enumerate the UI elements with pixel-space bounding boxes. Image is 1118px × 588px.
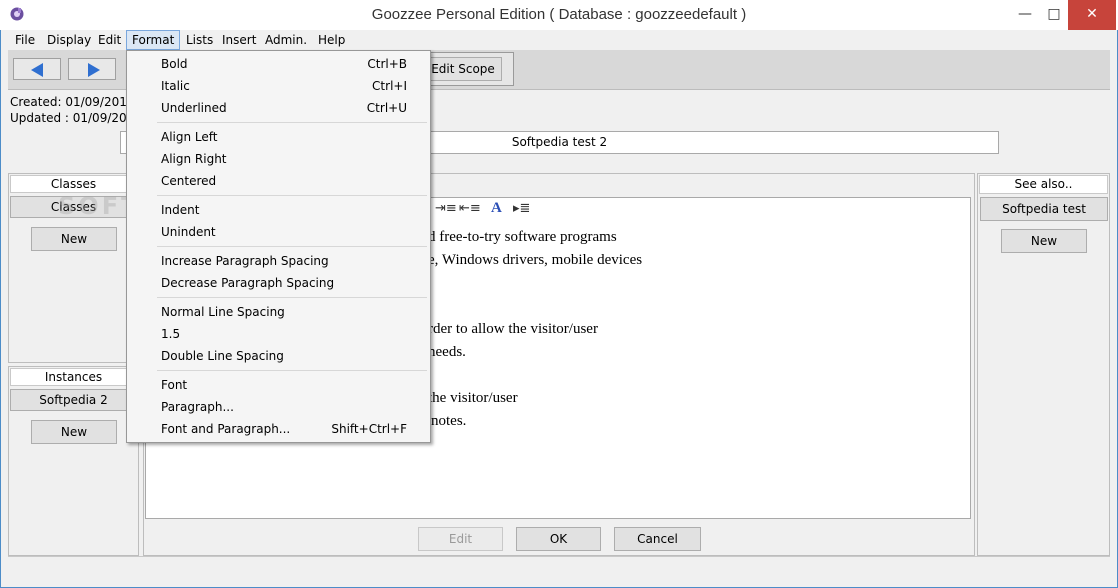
editor-line-4: rder to allow the visitor/user bbox=[428, 321, 598, 337]
status-bar bbox=[8, 556, 1110, 580]
menu-item-increase-paragraph-spacing[interactable]: Increase Paragraph Spacing bbox=[161, 250, 429, 272]
menu-item-align-right[interactable]: Align Right bbox=[161, 148, 429, 170]
menu-item-shortcut: Ctrl+B bbox=[367, 57, 407, 71]
edit-scope-button[interactable]: Edit Scope bbox=[424, 57, 502, 81]
menu-item-indent[interactable]: Indent bbox=[161, 199, 429, 221]
created-label: Created: 01/09/2015 ( bbox=[10, 95, 144, 109]
editor-line-1: d free-to-try software programs bbox=[428, 229, 617, 245]
minimize-button[interactable]: — bbox=[1010, 0, 1040, 30]
menu-item-label: Italic bbox=[161, 79, 190, 93]
see-also-header: See also.. bbox=[979, 175, 1108, 194]
editor-line-5: needs. bbox=[428, 344, 466, 360]
menu-item-shortcut: Shift+Ctrl+F bbox=[331, 422, 407, 436]
menu-separator bbox=[157, 195, 427, 196]
menu-display[interactable]: Display bbox=[42, 30, 96, 50]
window-title: Goozzee Personal Edition ( Database : go… bbox=[371, 6, 747, 23]
menu-item-line-spacing-1-5[interactable]: 1.5 bbox=[161, 323, 429, 345]
menu-item-label: Font and Paragraph... bbox=[161, 422, 291, 436]
menu-separator bbox=[157, 370, 427, 371]
right-arrow-icon bbox=[88, 63, 100, 77]
editor-line-2: e, Windows drivers, mobile devices bbox=[428, 252, 643, 268]
format-menu-items: Bold Ctrl+B Italic Ctrl+I Underlined Ctrl+U… bbox=[127, 51, 430, 442]
menu-admin[interactable]: Admin. bbox=[260, 30, 312, 50]
instances-new-button[interactable]: New bbox=[31, 420, 117, 444]
menu-help[interactable]: Help bbox=[313, 30, 350, 50]
menu-item-shortcut: Ctrl+I bbox=[372, 79, 407, 93]
menu-item-label: Underlined bbox=[161, 101, 227, 115]
menu-item-decrease-paragraph-spacing[interactable]: Decrease Paragraph Spacing bbox=[161, 272, 429, 294]
menu-item-normal-line-spacing[interactable]: Normal Line Spacing bbox=[161, 301, 429, 323]
forward-button[interactable] bbox=[68, 58, 116, 80]
menu-lists[interactable]: Lists bbox=[181, 30, 218, 50]
menu-item-label: Bold bbox=[161, 57, 188, 71]
menu-item-align-left[interactable]: Align Left bbox=[161, 126, 429, 148]
instances-header: Instances bbox=[10, 368, 137, 386]
see-also-new-button[interactable]: New bbox=[1001, 229, 1087, 253]
indent-icon[interactable]: ⇥≡ bbox=[435, 201, 457, 216]
see-also-item[interactable]: Softpedia test bbox=[980, 197, 1108, 221]
menu-item-paragraph[interactable]: Paragraph... bbox=[161, 396, 429, 418]
paragraph-icon[interactable]: ▸≣ bbox=[513, 201, 530, 216]
menu-item-double-line-spacing[interactable]: Double Line Spacing bbox=[161, 345, 429, 367]
instance-item[interactable]: Softpedia 2 bbox=[10, 389, 137, 411]
menu-item-bold[interactable]: Bold Ctrl+B bbox=[161, 53, 429, 75]
menu-item-underlined[interactable]: Underlined Ctrl+U bbox=[161, 97, 429, 119]
menu-item-shortcut: Ctrl+U bbox=[366, 101, 407, 115]
ok-button[interactable]: OK bbox=[516, 527, 601, 551]
close-button[interactable]: ✕ bbox=[1068, 0, 1116, 30]
editor-line-8: notes. bbox=[431, 413, 467, 429]
edit-button[interactable]: Edit bbox=[418, 527, 503, 551]
menu-separator bbox=[157, 246, 427, 247]
menu-item-unindent[interactable]: Unindent bbox=[161, 221, 429, 243]
menu-format[interactable]: Format bbox=[126, 30, 181, 50]
menu-separator bbox=[157, 297, 427, 298]
menu-item-font-and-paragraph[interactable]: Font and Paragraph... Shift+Ctrl+F bbox=[161, 418, 429, 440]
editor-line-7: the visitor/user bbox=[428, 390, 518, 406]
cancel-button[interactable]: Cancel bbox=[614, 527, 701, 551]
classes-header: Classes bbox=[10, 175, 137, 193]
menu-edit[interactable]: Edit bbox=[93, 30, 126, 50]
maximize-button[interactable]: □ bbox=[1040, 0, 1068, 30]
menu-item-font[interactable]: Font bbox=[161, 374, 429, 396]
menu-file[interactable]: File bbox=[10, 30, 40, 50]
menu-insert[interactable]: Insert bbox=[217, 30, 261, 50]
back-button[interactable] bbox=[13, 58, 61, 80]
menu-item-italic[interactable]: Italic Ctrl+I bbox=[161, 75, 429, 97]
classes-new-button[interactable]: New bbox=[31, 227, 117, 251]
left-arrow-icon bbox=[31, 63, 43, 77]
unindent-icon[interactable]: ⇤≡ bbox=[459, 201, 481, 216]
menu-separator bbox=[157, 122, 427, 123]
font-color-icon[interactable]: A bbox=[491, 200, 502, 217]
menu-item-centered[interactable]: Centered bbox=[161, 170, 429, 192]
